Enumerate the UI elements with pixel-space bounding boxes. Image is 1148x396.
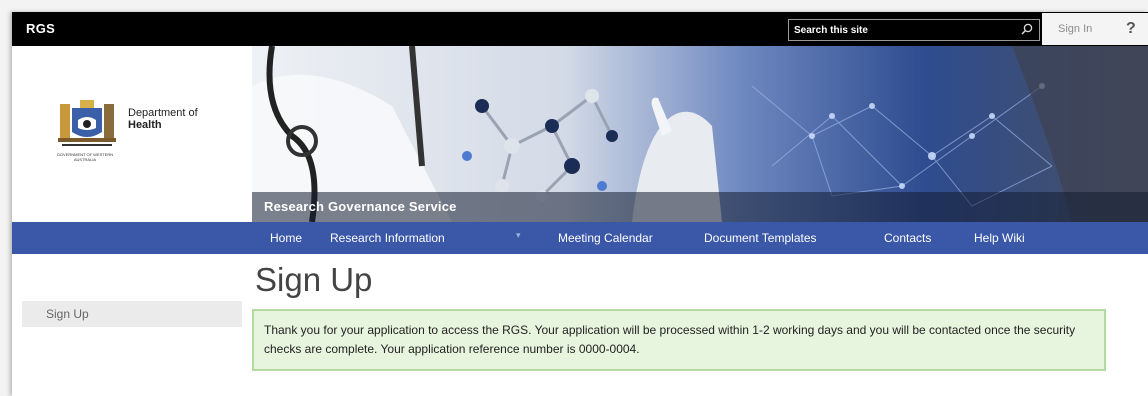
nav-item-home[interactable]: Home — [270, 231, 302, 245]
help-icon[interactable]: ? — [1126, 20, 1136, 38]
nav-item-meeting-calendar[interactable]: Meeting Calendar — [558, 231, 653, 245]
search-icon[interactable] — [1021, 23, 1033, 35]
sign-in-link[interactable]: Sign In — [1058, 23, 1092, 35]
search-box[interactable] — [788, 19, 1040, 41]
nav-item-research-information[interactable]: Research Information — [330, 231, 445, 245]
nav-item-contacts[interactable]: Contacts — [884, 231, 931, 245]
banner-title-bar: Research Governance Service — [252, 192, 1148, 222]
crest-caption: GOVERNMENT OF WESTERN AUSTRALIA — [56, 152, 114, 162]
status-message-text: Thank you for your application to access… — [264, 323, 1076, 356]
header-banner: Research Governance Service — [252, 46, 1148, 222]
sidebar-item-label: Sign Up — [46, 307, 89, 321]
logo-area[interactable]: Department of Health GOVERNMENT OF WESTE… — [12, 46, 252, 222]
chevron-down-icon[interactable]: ▾ — [516, 230, 521, 241]
banner-title: Research Governance Service — [264, 199, 457, 214]
page-frame: RGS Sign In ? Department of Health — [12, 12, 1148, 396]
site-name[interactable]: RGS — [26, 21, 55, 36]
sign-in-area: Sign In ? — [1042, 13, 1148, 45]
wa-crest-icon — [58, 100, 116, 146]
search-input[interactable] — [789, 21, 994, 40]
sidebar-item-sign-up[interactable]: Sign Up — [22, 301, 242, 327]
top-navigation: Home Research Information ▾ Meeting Cale… — [12, 222, 1148, 254]
status-message: Thank you for your application to access… — [252, 309, 1106, 371]
department-name: Department of Health — [128, 107, 198, 131]
suite-bar: RGS Sign In ? — [12, 12, 1148, 46]
nav-item-help-wiki[interactable]: Help Wiki — [974, 231, 1025, 245]
page-title: Sign Up — [255, 261, 373, 298]
nav-item-document-templates[interactable]: Document Templates — [704, 231, 817, 245]
